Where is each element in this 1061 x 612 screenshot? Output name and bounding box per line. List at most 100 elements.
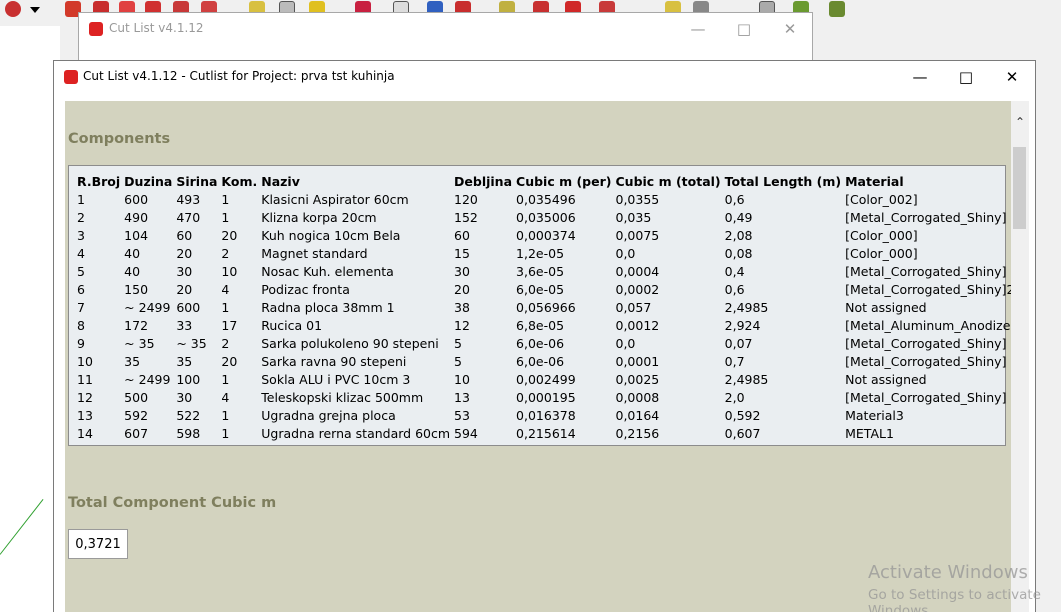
report-content: Components R.Broj Duzina Sirina Kom. Naz… <box>65 101 1023 612</box>
components-table-panel: R.Broj Duzina Sirina Kom. Naziv Debljina… <box>68 165 1023 446</box>
close-icon[interactable]: ✕ <box>767 13 813 45</box>
table-cell: 0,035 <box>615 209 652 225</box>
table-cell: 2,4985 <box>724 299 769 315</box>
table-cell: 592 <box>124 407 149 423</box>
table-cell: 607 <box>124 425 149 441</box>
table-cell: 6,0e-06 <box>516 335 565 351</box>
table-cell: 0,49 <box>724 209 753 225</box>
column-header: Sirina <box>176 173 218 189</box>
scrollbar-thumb[interactable] <box>1013 147 1026 229</box>
scroll-up-icon[interactable]: ⌃ <box>1011 115 1029 131</box>
table-cell: 0,08 <box>724 245 753 261</box>
minimize-icon[interactable]: — <box>675 13 721 45</box>
table-cell: 30 <box>454 263 470 279</box>
table-cell: [Metal_Aluminum_Anodized] <box>845 317 1024 333</box>
table-cell: Radna ploca 38mm 1 <box>261 299 395 315</box>
table-cell: 4 <box>221 281 230 297</box>
table-cell: Klasicni Aspirator 60cm <box>261 191 409 207</box>
table-row: 9 ~ 35 ~ 35 2 Sarka polukoleno 90 stepeni 5 6,… <box>75 334 1025 352</box>
table-cell: 4 <box>77 245 85 261</box>
table-cell: Nosac Kuh. elementa <box>261 263 394 279</box>
table-cell: Sarka ravna 90 stepeni <box>261 353 407 369</box>
table-cell: 152 <box>454 209 478 225</box>
minimize-icon[interactable]: — <box>897 61 943 93</box>
close-icon[interactable]: ✕ <box>989 61 1035 93</box>
sketchup-viewport[interactable] <box>0 26 60 612</box>
table-cell: 0,6 <box>724 191 745 207</box>
table-cell: Ugradna grejna ploca <box>261 407 396 423</box>
column-header: Total Length (m) <box>724 173 842 189</box>
table-cell: 0,000195 <box>516 389 576 405</box>
table-cell: 11 <box>77 371 93 387</box>
table-cell: Kuh nogica 10cm Bela <box>261 227 401 243</box>
table-cell: 10 <box>77 353 93 369</box>
cutlist-window[interactable]: Cut List v4.1.12 - Cutlist for Project: … <box>53 60 1036 612</box>
table-cell: 35 <box>176 353 193 369</box>
column-header: Debljina <box>454 173 513 189</box>
table-cell: 0,0008 <box>615 389 660 405</box>
table-cell: 1 <box>221 299 230 315</box>
components-table: R.Broj Duzina Sirina Kom. Naziv Debljina… <box>75 172 1025 442</box>
table-cell: 0,000374 <box>516 227 576 243</box>
table-cell: 38 <box>454 299 470 315</box>
table-row: 11 ~ 2499 100 1 Sokla ALU i PVC 10cm 3 10 0,00… <box>75 370 1025 388</box>
table-cell: ~ 35 <box>124 335 155 351</box>
table-cell: ~ 2499 <box>124 371 171 387</box>
table-cell: 0,035006 <box>516 209 576 225</box>
table-cell: Ugradna rerna standard 60cm <box>261 425 451 441</box>
vertical-scrollbar[interactable]: ⌃ <box>1011 101 1029 612</box>
table-cell: 2,924 <box>724 317 761 333</box>
table-row: 6 150 20 4 Podizac fronta 20 6,0e-05 0,0002 0,6 [… <box>75 280 1025 298</box>
table-cell: 10 <box>454 371 470 387</box>
table-cell: 6,8e-05 <box>516 317 565 333</box>
maximize-icon[interactable]: □ <box>721 13 767 45</box>
table-cell: 120 <box>454 191 478 207</box>
select-icon[interactable] <box>2 0 24 20</box>
table-row: 14 607 598 1 Ugradna rerna standard 60cm 594 0… <box>75 424 1025 442</box>
column-header: R.Broj <box>77 173 121 189</box>
table-row: 5 40 30 10 Nosac Kuh. elementa 30 3,6e-05 0,000… <box>75 262 1025 280</box>
table-cell: 0,7 <box>724 353 745 369</box>
table-cell: 490 <box>124 209 149 225</box>
table-cell: [Color_000] <box>845 227 918 243</box>
table-row: 7 ~ 2499 600 1 Radna ploca 38mm 1 38 0,056966 0… <box>75 298 1025 316</box>
table-row: 3 104 60 20 Kuh nogica 10cm Bela 60 0,000374 0,… <box>75 226 1025 244</box>
table-cell: 0,592 <box>724 407 761 423</box>
table-row: 12 500 30 4 Teleskopski klizac 500mm 13 0,0001… <box>75 388 1025 406</box>
watermark-title: Activate Windows <box>868 562 1028 583</box>
table-row: 8 172 33 17 Rucica 01 12 6,8e-05 0,0012 2,924 [Me… <box>75 316 1025 334</box>
table-cell: Magnet standard <box>261 245 368 261</box>
table-row: 2 490 470 1 Klizna korpa 20cm 152 0,035006 0,03… <box>75 208 1025 226</box>
window-titlebar[interactable]: Cut List v4.1.12 - Cutlist for Project: … <box>54 61 1035 93</box>
table-cell: 0,0 <box>615 245 636 261</box>
orbit-icon[interactable] <box>826 0 848 20</box>
table-cell: 5 <box>454 335 462 351</box>
table-row: 13 592 522 1 Ugradna grejna ploca 53 0,016378 0… <box>75 406 1025 424</box>
background-cutlist-window[interactable]: Cut List v4.1.12 — □ ✕ <box>78 12 813 62</box>
table-cell: 0,0164 <box>615 407 660 423</box>
table-cell: 0,215614 <box>516 425 576 441</box>
activation-watermark: Activate Windows Go to Settings to activ… <box>868 562 1061 612</box>
table-cell: 30 <box>176 389 193 405</box>
background-window-titlebar[interactable]: Cut List v4.1.12 — □ ✕ <box>79 13 812 45</box>
table-cell: 0,0 <box>615 335 636 351</box>
maximize-icon[interactable]: □ <box>943 61 989 93</box>
background-window-title: Cut List v4.1.12 <box>109 21 204 35</box>
table-cell: Klizna korpa 20cm <box>261 209 377 225</box>
table-cell: 2 <box>77 209 85 225</box>
total-cubic-value: 0,3721 <box>68 529 128 559</box>
table-cell: 150 <box>124 281 149 297</box>
table-cell: 20 <box>176 245 193 261</box>
table-cell: 2,08 <box>724 227 753 243</box>
table-cell: 0,035496 <box>516 191 576 207</box>
table-cell: 500 <box>124 389 149 405</box>
table-cell: 594 <box>454 425 478 441</box>
table-cell: 1,2e-05 <box>516 245 565 261</box>
table-cell: 33 <box>176 317 193 333</box>
table-cell: 7 <box>77 299 85 315</box>
table-cell: [Metal_Corrogated_Shiny] <box>845 263 1007 279</box>
table-cell: 0,0001 <box>615 353 660 369</box>
dropdown-arrow-icon[interactable] <box>28 0 42 20</box>
column-header: Naziv <box>261 173 300 189</box>
table-cell: 60 <box>176 227 193 243</box>
